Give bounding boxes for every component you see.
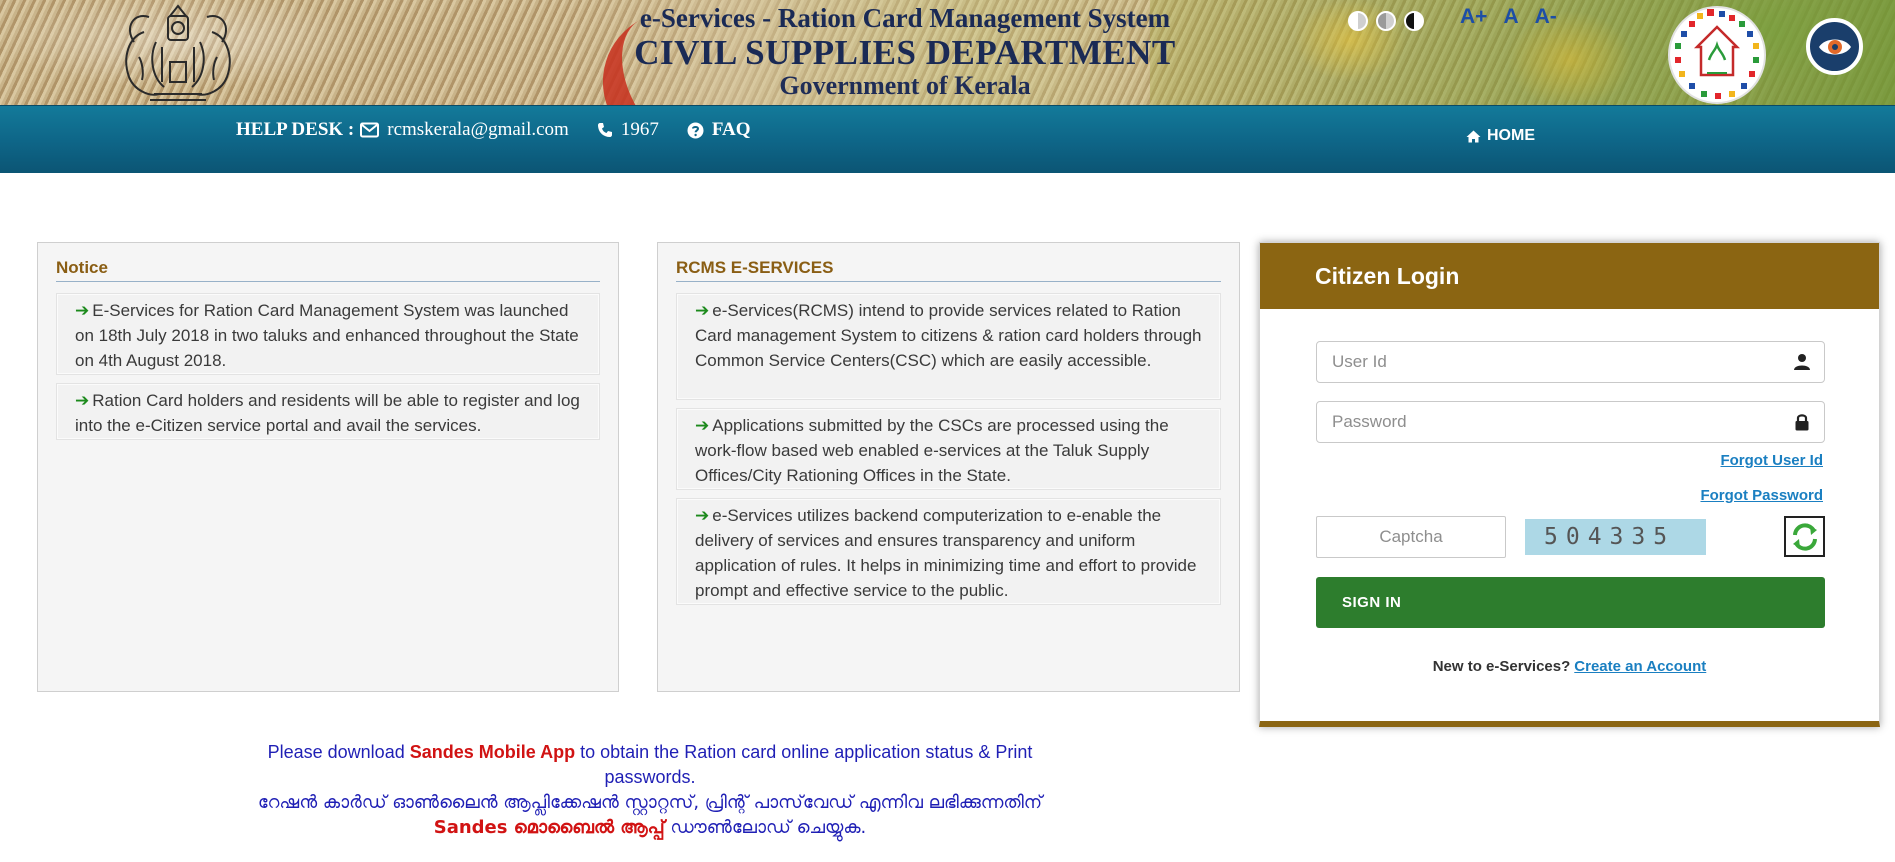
home-icon [1466,130,1481,142]
login-heading: Citizen Login [1260,243,1879,309]
high-contrast-icon[interactable] [1348,11,1368,31]
sandes-app-malayalam[interactable]: Sandes മൊബൈൽ ആപ്പ് [434,817,665,838]
new-user-prompt: New to e-Services? [1432,658,1571,675]
faq-link-text: FAQ [711,119,751,140]
signup-line: New to e-Services? Create an Account [1260,658,1879,675]
rcms-item: ➔ e-Services utilizes backend computeriza… [676,498,1221,605]
arrow-right-icon: ➔ [695,506,710,525]
create-account-link[interactable]: Create an Account [1574,658,1706,675]
notice-item: ➔ E-Services for Ration Card Management S… [56,293,600,375]
captcha-image: 504335 [1525,519,1706,555]
forgot-user-id-link[interactable]: Forgot User Id [1720,452,1823,469]
rcms-panel: RCMS E-SERVICES ➔ e-Services(RCMS) intend… [657,242,1240,692]
nav-bar: HELP DESK : rcmskerala@gmail.com 1967 FA… [0,105,1895,173]
civil-supplies-logo-icon [1668,6,1766,104]
header-banner: e-Services - Ration Card Management Syst… [0,0,1895,105]
sign-in-button[interactable]: SIGN IN [1316,577,1825,628]
download-note: Please download Sandes Mobile App to obt… [230,740,1070,840]
forgot-password-link[interactable]: Forgot Password [1700,487,1823,504]
home-link-text: HOME [1487,127,1535,144]
arrow-right-icon: ➔ [695,301,710,320]
refresh-icon [1792,522,1817,551]
helpdesk-phone-text: 1967 [620,119,659,140]
rcms-item: ➔ Applications submitted by the CSCs are … [676,408,1221,490]
font-decrease-button[interactable]: A- [1535,5,1557,29]
arrow-right-icon: ➔ [75,301,90,320]
font-size-controls: A+ A A- [1460,5,1557,29]
rcms-item-text: e-Services utilizes backend computerizat… [695,506,1197,600]
envelope-icon [360,122,380,138]
font-reset-button[interactable]: A [1503,5,1518,29]
question-circle-icon [687,122,704,138]
download-note-malayalam-line2: Sandes മൊബൈൽ ആപ്പ് ഡൗൺലോഡ് ചെയ്യുക. [230,815,1070,840]
captcha-refresh-button[interactable] [1784,516,1825,557]
notice-item-text: E-Services for Ration Card Management Sy… [75,301,579,370]
helpdesk-label: HELP DESK : [236,119,355,140]
eye-icon [1818,39,1851,54]
home-link[interactable]: HOME [1466,127,1535,145]
site-title-block: e-Services - Ration Card Management Syst… [560,0,1250,101]
lock-icon [1795,414,1809,431]
helpdesk-email[interactable]: rcmskerala@gmail.com [360,119,569,141]
faq-link[interactable]: FAQ [687,119,751,141]
rcms-item-text: Applications submitted by the CSCs are p… [695,416,1169,485]
accessibility-eye-button[interactable] [1806,18,1863,75]
helpdesk-email-text: rcmskerala@gmail.com [387,119,569,140]
notice-item: ➔ Ration Card holders and residents will … [56,383,600,440]
download-note-malayalam-line1: റേഷൻ കാർഡ് ഓൺലൈൻ ആപ്ലിക്കേഷൻ സ്റ്റാറ്റസ്… [257,792,1043,813]
user-icon [1794,354,1810,370]
notice-item-text: Ration Card holders and residents will b… [75,391,580,435]
medium-contrast-icon[interactable] [1376,11,1396,31]
rcms-item: ➔ e-Services(RCMS) intend to provide serv… [676,293,1221,400]
rcms-item-text: e-Services(RCMS) intend to provide servi… [695,301,1202,370]
contrast-controls [1348,11,1424,31]
password-input[interactable] [1316,401,1825,443]
site-title-line3: Government of Kerala [779,71,1031,100]
kerala-emblem-icon [125,4,231,101]
helpdesk: HELP DESK : rcmskerala@gmail.com 1967 FA… [236,119,779,141]
citizen-login-box: Citizen Login Forgot User Id Forgot Pass… [1259,242,1880,727]
notice-panel: Notice ➔ E-Services for Ration Card Manag… [37,242,619,692]
note-malayalam-suffix: ഡൗൺലോഡ് ചെയ്യുക. [670,817,867,838]
dark-contrast-icon[interactable] [1404,11,1424,31]
sandes-app-link[interactable]: Sandes Mobile App [410,742,575,762]
font-increase-button[interactable]: A+ [1460,5,1487,29]
site-title-line1: e-Services - Ration Card Management Syst… [639,3,1171,33]
note-suffix: to obtain the Ration card online applica… [580,742,1033,787]
notice-heading: Notice [56,258,600,282]
phone-icon [597,123,612,137]
arrow-right-icon: ➔ [75,391,90,410]
captcha-input[interactable] [1316,516,1506,558]
note-prefix: Please download [267,742,405,762]
user-id-input[interactable] [1316,341,1825,383]
arrow-right-icon: ➔ [695,416,710,435]
helpdesk-phone: 1967 [597,119,659,141]
site-title-line2: CIVIL SUPPLIES DEPARTMENT [634,33,1176,72]
rcms-heading: RCMS E-SERVICES [676,258,1221,282]
download-note-english: Please download Sandes Mobile App to obt… [230,740,1070,790]
